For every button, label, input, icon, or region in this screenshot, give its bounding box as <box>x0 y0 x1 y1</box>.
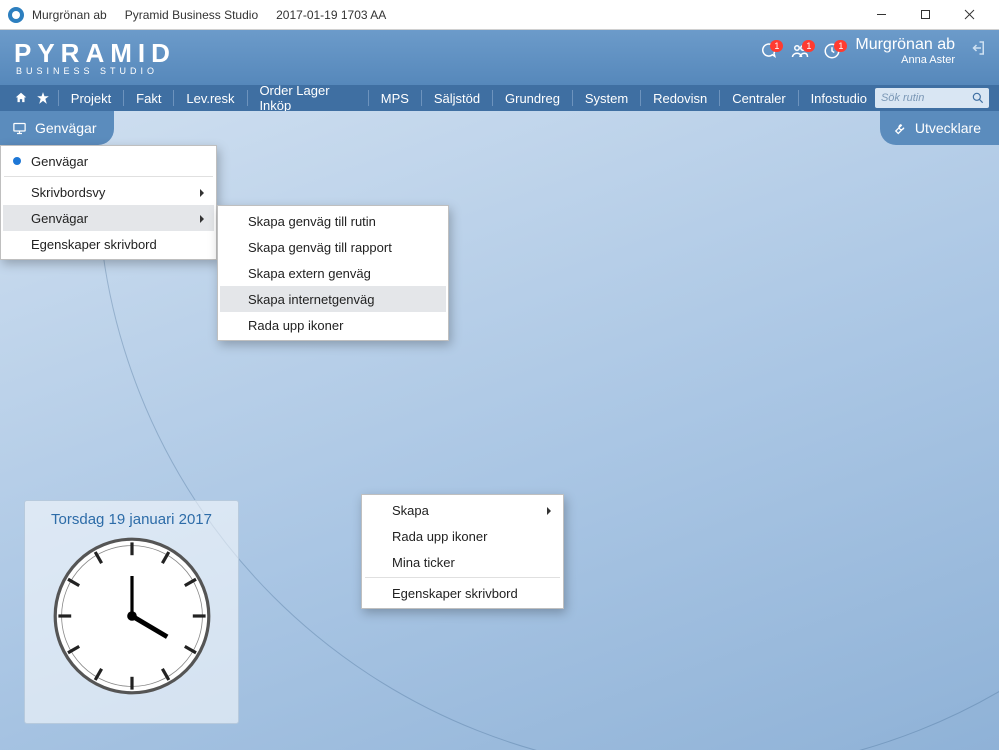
minimize-button[interactable] <box>859 0 903 30</box>
menu-item-egenskaper[interactable]: Egenskaper skrivbord <box>3 231 214 257</box>
tab-utvecklare[interactable]: Utvecklare <box>880 111 999 145</box>
titlebar-company: Murgrönan ab <box>32 8 107 22</box>
submenu-rada-upp[interactable]: Rada upp ikoner <box>220 312 446 338</box>
main-menubar: Projekt Fakt Lev.resk Order Lager Inköp … <box>0 85 999 111</box>
context-mina-ticker[interactable]: Mina ticker <box>364 549 561 575</box>
logo-text: PYRAMID <box>14 40 176 66</box>
context-skapa[interactable]: Skapa <box>364 497 561 523</box>
window-titlebar: Murgrönan ab Pyramid Business Studio 201… <box>0 0 999 30</box>
menu-item-skrivbordsvy[interactable]: Skrivbordsvy <box>3 179 214 205</box>
menu-grundreg[interactable]: Grundreg <box>497 85 568 111</box>
users-badge: 1 <box>802 40 815 52</box>
submenu-skapa-extern[interactable]: Skapa extern genväg <box>220 260 446 286</box>
submenu-skapa-internet[interactable]: Skapa internetgenväg <box>220 286 446 312</box>
menu-order[interactable]: Order Lager Inköp <box>251 85 363 111</box>
star-icon[interactable] <box>32 91 54 105</box>
search-input[interactable] <box>881 92 971 104</box>
tab-genvagar[interactable]: Genvägar <box>0 111 114 145</box>
chat-icon[interactable]: 1 <box>759 42 777 60</box>
menu-levresk[interactable]: Lev.resk <box>178 85 242 111</box>
clock-widget: Torsdag 19 januari 2017 <box>24 500 239 724</box>
brand-header: PYRAMID BUSINESS STUDIO 1 1 1 Murgrönan … <box>0 30 999 85</box>
desktop-context-menu: Skapa Rada upp ikoner Mina ticker Egensk… <box>361 494 564 609</box>
account-block[interactable]: Murgrönan ab Anna Aster <box>855 36 955 66</box>
shortcuts-menu: Genvägar Skrivbordsvy Genvägar Egenskape… <box>0 145 217 260</box>
search-icon <box>971 91 985 105</box>
widget-date: Torsdag 19 januari 2017 <box>37 511 226 528</box>
home-icon[interactable] <box>10 91 32 105</box>
company-name: Murgrönan ab <box>855 36 955 54</box>
bullet-icon <box>13 157 21 165</box>
history-icon[interactable]: 1 <box>823 42 841 60</box>
monitor-icon <box>12 121 27 136</box>
logo-subtext: BUSINESS STUDIO <box>16 66 176 76</box>
chevron-right-icon <box>198 185 206 200</box>
app-icon <box>8 7 24 23</box>
submenu-skapa-rutin[interactable]: Skapa genväg till rutin <box>220 208 446 234</box>
shortcuts-submenu: Skapa genväg till rutin Skapa genväg til… <box>217 205 449 341</box>
menu-projekt[interactable]: Projekt <box>63 85 119 111</box>
menu-fakt[interactable]: Fakt <box>128 85 169 111</box>
tab-left-label: Genvägar <box>35 120 96 136</box>
wrench-icon <box>892 121 907 136</box>
desktop-area[interactable]: Genvägar Utvecklare Genvägar Skrivbordsv… <box>0 111 999 750</box>
chevron-right-icon <box>198 211 206 226</box>
menu-item-genvagar-top[interactable]: Genvägar <box>3 148 214 174</box>
titlebar-datetime: 2017-01-19 1703 AA <box>276 8 386 22</box>
chat-badge: 1 <box>770 40 783 52</box>
clock-icon <box>52 536 212 696</box>
menu-redovisn[interactable]: Redovisn <box>645 85 715 111</box>
users-icon[interactable]: 1 <box>791 42 809 60</box>
context-egenskaper[interactable]: Egenskaper skrivbord <box>364 580 561 606</box>
history-badge: 1 <box>834 40 847 52</box>
menu-centraler[interactable]: Centraler <box>724 85 793 111</box>
titlebar-app: Pyramid Business Studio <box>125 8 258 22</box>
user-name: Anna Aster <box>855 54 955 66</box>
context-rada-upp[interactable]: Rada upp ikoner <box>364 523 561 549</box>
menu-system[interactable]: System <box>577 85 636 111</box>
menu-infostudio[interactable]: Infostudio <box>803 85 875 111</box>
search-box[interactable] <box>875 88 989 108</box>
logout-icon[interactable] <box>969 39 987 62</box>
submenu-skapa-rapport[interactable]: Skapa genväg till rapport <box>220 234 446 260</box>
menu-saljstod[interactable]: Säljstöd <box>426 85 488 111</box>
tab-right-label: Utvecklare <box>915 120 981 136</box>
maximize-button[interactable] <box>903 0 947 30</box>
menu-mps[interactable]: MPS <box>373 85 417 111</box>
close-button[interactable] <box>947 0 991 30</box>
chevron-right-icon <box>545 503 553 518</box>
menu-item-genvagar[interactable]: Genvägar <box>3 205 214 231</box>
